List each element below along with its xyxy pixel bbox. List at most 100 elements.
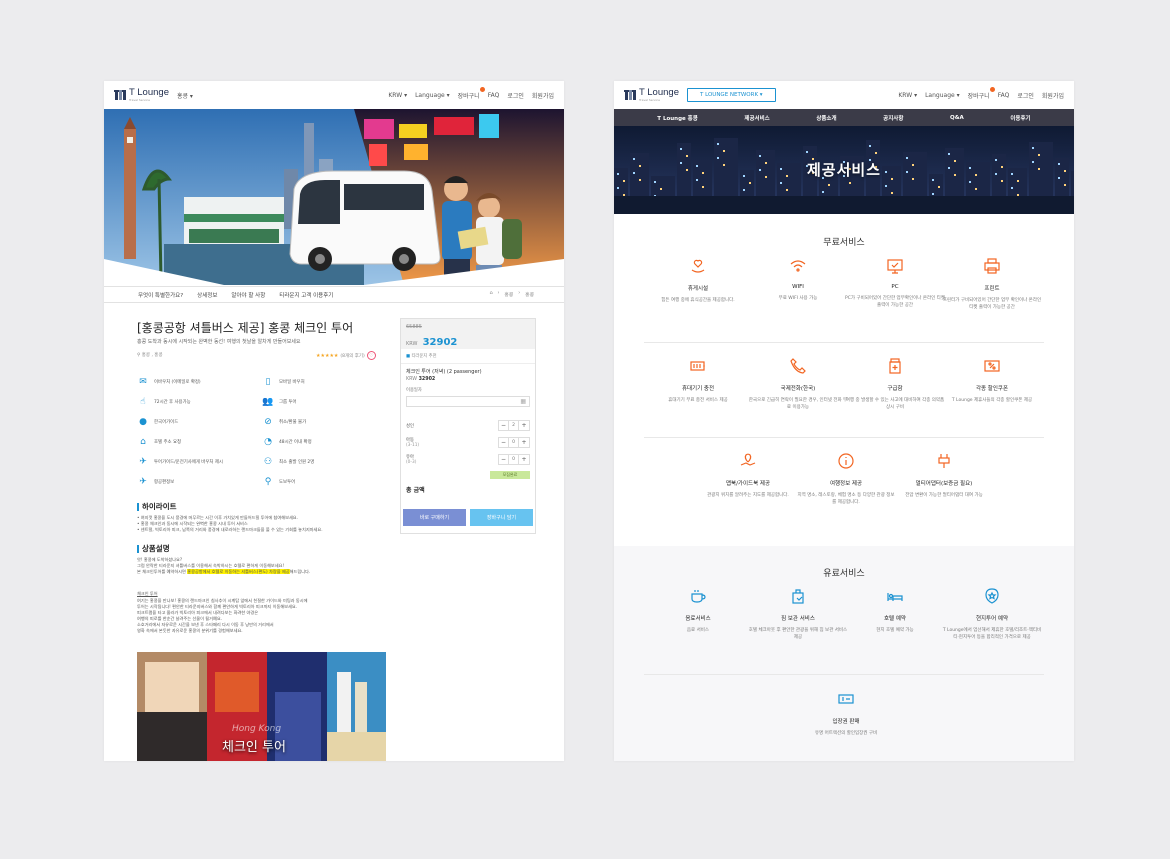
service-item: 맵북/가이드북 제공 관광지 위치를 알려주는 지도를 제공합니다. (698, 451, 798, 500)
apply-button[interactable]: 모집완료 (490, 471, 530, 479)
login-link[interactable]: 로그인 (1017, 91, 1034, 100)
date-input[interactable]: ▦ (406, 396, 530, 407)
coffee-icon (688, 586, 708, 606)
language-select[interactable]: Language ▾ (415, 92, 450, 99)
home-icon[interactable]: ⌂ (489, 291, 492, 298)
tab-special[interactable]: 무엇이 특별한가요? (138, 291, 183, 299)
review-count[interactable]: (8개의 후기) (340, 353, 364, 359)
logo[interactable]: T Lounge Travel Service (114, 88, 169, 102)
feature-item: ✈ 항공편정보 (137, 474, 262, 490)
badge-icon (982, 586, 1002, 606)
service-item: 여행정보 제공 지역 명소, 레스토랑, 체험 명소 등 다양한 관광 정보를 제… (796, 451, 896, 506)
header-nav: KRW ▾ Language ▾ 장바구니 FAQ 로그인 회원가입 (388, 86, 554, 100)
service-name: 음료서비스 (685, 616, 711, 622)
bus-illustration (289, 170, 441, 271)
service-desc: 여행 중 발생할 수 있는 사고에 대비하여 각종 의약품 상시 구비 (845, 398, 945, 410)
signup-link[interactable]: 회원가입 (532, 91, 554, 100)
tab-notices[interactable]: 알아야 할 사항 (231, 291, 265, 299)
paid-services-title: 유료서비스 (823, 569, 865, 579)
nav-notices[interactable]: 공지사항 (883, 114, 903, 122)
product-title: [홍콩공항 셔틀버스 제공] 홍콩 체크인 투어 (137, 321, 354, 335)
service-item: 프린트 프린터가 구비되어있어 간단한 업무 확인이나 온라인 티켓 출력이 가능… (942, 256, 1042, 311)
hand-icon: ☝ (140, 397, 146, 407)
tab-details[interactable]: 상세정보 (197, 291, 217, 299)
feature-item: ◔ 48시간 이내 확정 (262, 434, 387, 450)
header-nav: KRW ▾ Language ▾ 장바구니 FAQ 로그인 회원가입 (898, 86, 1064, 100)
wishlist-heart-icon[interactable]: ♡ (366, 351, 376, 360)
divider (644, 674, 1044, 675)
breadcrumb-item[interactable]: 홍콩 (525, 291, 534, 298)
feature-item: ✈ 투어가이드/운전기사에게 바우처 제시 (137, 454, 262, 470)
product-subtitle: 홍콩 도착과 동시에 시작되는 완벽한 동선! 여행의 첫날을 알차게 만들어보… (137, 339, 301, 345)
tour-photo: Hong Kong 체크인 투어 (137, 652, 386, 761)
service-name: WIFI (792, 284, 804, 290)
faq-link[interactable]: FAQ (488, 92, 500, 99)
people-icon: ⚇ (263, 457, 273, 467)
cart-link[interactable]: 장바구니 (968, 86, 995, 100)
language-select[interactable]: Language ▾ (925, 92, 960, 99)
service-desc: 프린터가 구비되어있어 간단한 업무 확인이나 온라인 티켓 출력이 가능한 공… (942, 298, 1042, 310)
service-item: 휴게시설 힘든 여행 중에 휴식공간을 제공합니다. (648, 256, 748, 305)
feature-item: ✉ 이바우처 (이메일로 확정) (137, 374, 262, 390)
login-link[interactable]: 로그인 (507, 91, 524, 100)
checkin-tour-text: 여기는 홍콩을 만나보! 홍콩의 랜드마크인 침사추이 시계탑 앞에서 친절한 … (137, 598, 308, 633)
faq-link[interactable]: FAQ (998, 92, 1010, 99)
breadcrumb-item[interactable]: 홍콩 (504, 291, 513, 298)
buy-now-button[interactable]: 바로 구매하기 (403, 509, 466, 526)
tab-reviews[interactable]: 티라운지 고객 이용후기 (279, 291, 333, 299)
plus-button[interactable]: + (519, 455, 529, 464)
cart-link[interactable]: 장바구니 (458, 86, 485, 100)
logo-icon (624, 89, 636, 101)
medicine-icon (885, 356, 905, 376)
header: T Lounge Travel Service 홍콩 ▾ KRW ▾ Langua… (104, 81, 564, 109)
monitor-icon (885, 256, 905, 276)
services-page-panel: T Lounge Travel Service T LOUNGE NETWORK … (614, 81, 1074, 761)
nav-tlounge-hk[interactable]: T Lounge 홍콩 (657, 114, 697, 122)
photo-caption: 체크인 투어 (222, 740, 286, 755)
network-select[interactable]: T LOUNGE NETWORK ▾ (686, 88, 776, 102)
hero-banner (104, 109, 564, 285)
minus-button[interactable]: − (499, 421, 509, 430)
service-item: WIFI 무료 WIFI 사용 가능 (748, 256, 848, 303)
service-name: 국제전화(한국) (780, 386, 816, 392)
calendar-icon[interactable]: ▦ (520, 398, 526, 405)
logo[interactable]: T Lounge Travel Service (624, 88, 679, 102)
service-item: PC PC가 구비되어있어 간단한 업무확인이나 온라인 티켓 출력이 가능한 공… (845, 256, 945, 309)
nav-products[interactable]: 상품소개 (816, 114, 836, 122)
service-name: 입장권 판매 (832, 719, 860, 725)
divider (644, 437, 1044, 438)
feature-item: ▯ 모바일 바우처 (262, 374, 387, 390)
signup-link[interactable]: 회원가입 (1042, 91, 1064, 100)
minus-button[interactable]: − (499, 455, 509, 464)
nav-qna[interactable]: Q&A (950, 115, 964, 121)
selected-option[interactable]: 체크인 투어 (저녁) (2 passenger) KRW 32902 (401, 364, 535, 386)
booking-box: 65885 KRW 32902 ■ 티라운지 추천 체크인 투어 (저녁) (2… (400, 318, 536, 534)
coupon-icon (982, 356, 1002, 376)
service-desc: 무료 WIFI 사용 가능 (778, 296, 818, 301)
description-heading: 상품설명 (137, 545, 170, 553)
feature-item: ⚲ 도보투어 (262, 474, 387, 490)
currency-select[interactable]: KRW ▾ (898, 92, 917, 99)
service-item: 현지투어 예약 T Lounge에서 엄선해서 제휴한 호텔/리조트·액티비티·현… (942, 586, 1042, 641)
service-desc: 휴대기기 무료 충전 서비스 제공 (668, 398, 728, 403)
product-location: ⚲ 홍콩 , 홍콩 (137, 353, 163, 358)
service-desc: 현지 호텔 예약 가능 (876, 628, 914, 633)
price-box: 65885 KRW 32902 (401, 319, 535, 349)
battery-icon (688, 356, 708, 376)
add-to-cart-button[interactable]: 장바구니 담기 (470, 509, 533, 526)
photo-overlay-text: Hong Kong (232, 724, 282, 734)
nav-services[interactable]: 제공서비스 (744, 114, 769, 122)
product-page-panel: T Lounge Travel Service 홍콩 ▾ KRW ▾ Langua… (104, 81, 564, 761)
service-item: 호텔 예약현지 호텔 예약 가능 (845, 586, 945, 635)
48h-icon: ◔ (264, 437, 272, 447)
no-cancel-icon: ⊘ (264, 417, 272, 427)
region-select[interactable]: 홍콩 ▾ (177, 91, 193, 100)
plus-button[interactable]: + (519, 438, 529, 447)
currency-select[interactable]: KRW ▾ (388, 92, 407, 99)
service-name: 호텔 예약 (884, 616, 906, 622)
nav-reviews[interactable]: 이용후기 (1010, 114, 1030, 122)
minus-button[interactable]: − (499, 438, 509, 447)
plus-button[interactable]: + (519, 421, 529, 430)
hero-illustration (104, 109, 564, 285)
service-desc: T Lounge 제휴사들의 각종 할인쿠폰 제공 (951, 398, 1033, 403)
